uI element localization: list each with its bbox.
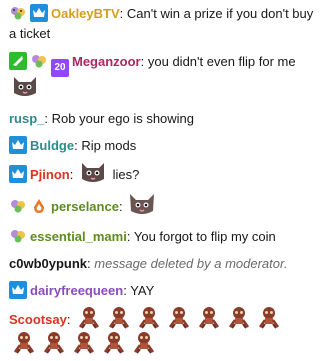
separator: : [140, 54, 145, 69]
separator: : [74, 138, 78, 153]
chat-message: essential_mami: You forgot to flip my co… [9, 227, 314, 247]
pets-icon[interactable] [9, 4, 27, 22]
cat-emote[interactable] [78, 159, 108, 192]
message-text: Rob your ego is showing [51, 111, 195, 126]
username[interactable]: perselance [51, 199, 119, 214]
message-text: YAY [130, 283, 155, 298]
sub-icon[interactable]: 20 [51, 59, 69, 77]
deleted-message-notice: message deleted by a moderator. [94, 256, 288, 271]
crown-icon[interactable] [9, 164, 27, 183]
chat-message: c0wb0ypunk: message deleted by a moderat… [9, 254, 314, 274]
separator: : [118, 198, 123, 214]
username[interactable]: c0wb0ypunk [9, 256, 87, 271]
skull-emote[interactable] [226, 305, 252, 336]
pets-icon[interactable] [9, 197, 27, 215]
drop-icon[interactable] [30, 197, 48, 215]
skull-emote[interactable] [11, 330, 37, 361]
username[interactable]: Buldge [30, 138, 74, 153]
username[interactable]: OakleyBTV [51, 6, 120, 21]
separator: : [119, 6, 124, 21]
cat-emote[interactable] [10, 73, 40, 106]
chat-message: Pjinon: lies? [9, 163, 314, 188]
username[interactable]: Pjinon [30, 167, 70, 182]
skull-emote[interactable] [196, 305, 222, 336]
separator: : [69, 166, 74, 182]
partner-icon[interactable] [9, 52, 27, 70]
chat-list: OakleyBTV: Can't win a prize if you don'… [0, 0, 318, 358]
message-text: You forgot to flip my coin [133, 229, 276, 244]
chat-message: Buldge: Rip mods [9, 136, 314, 156]
chat-message: 20 Meganzoor: you didn't even flip for me [9, 51, 314, 102]
skull-emote[interactable] [71, 330, 97, 361]
separator: : [126, 229, 131, 244]
message-text: you didn't even flip for me [147, 54, 296, 69]
separator: : [44, 111, 49, 126]
separator: : [87, 256, 91, 271]
crown-icon[interactable] [30, 4, 48, 22]
cat-emote[interactable] [127, 191, 157, 224]
skull-emote[interactable] [41, 330, 67, 361]
pets-icon[interactable] [9, 227, 27, 245]
skull-emote[interactable] [256, 305, 282, 336]
pets-icon[interactable] [30, 52, 48, 70]
skull-emote[interactable] [166, 305, 192, 336]
username[interactable]: Meganzoor [72, 54, 141, 69]
chat-message: Scootsay: [9, 305, 314, 361]
chat-message: dairyfreequeen: YAY [9, 281, 314, 301]
username[interactable]: rusp_ [9, 111, 44, 126]
message-text: Rip mods [81, 138, 137, 153]
skull-emote[interactable] [101, 330, 127, 361]
chat-message: OakleyBTV: Can't win a prize if you don'… [9, 4, 314, 44]
chat-message: perselance: [9, 194, 314, 220]
message-text: lies? [112, 166, 140, 182]
crown-icon[interactable] [9, 136, 27, 154]
username[interactable]: essential_mami [30, 229, 127, 244]
crown-icon[interactable] [9, 281, 27, 299]
username[interactable]: dairyfreequeen [30, 283, 123, 298]
separator: : [66, 311, 71, 327]
skull-emote[interactable] [131, 330, 157, 361]
separator: : [123, 283, 127, 298]
username[interactable]: Scootsay [9, 312, 67, 327]
chat-message: rusp_: Rob your ego is showing [9, 109, 314, 129]
